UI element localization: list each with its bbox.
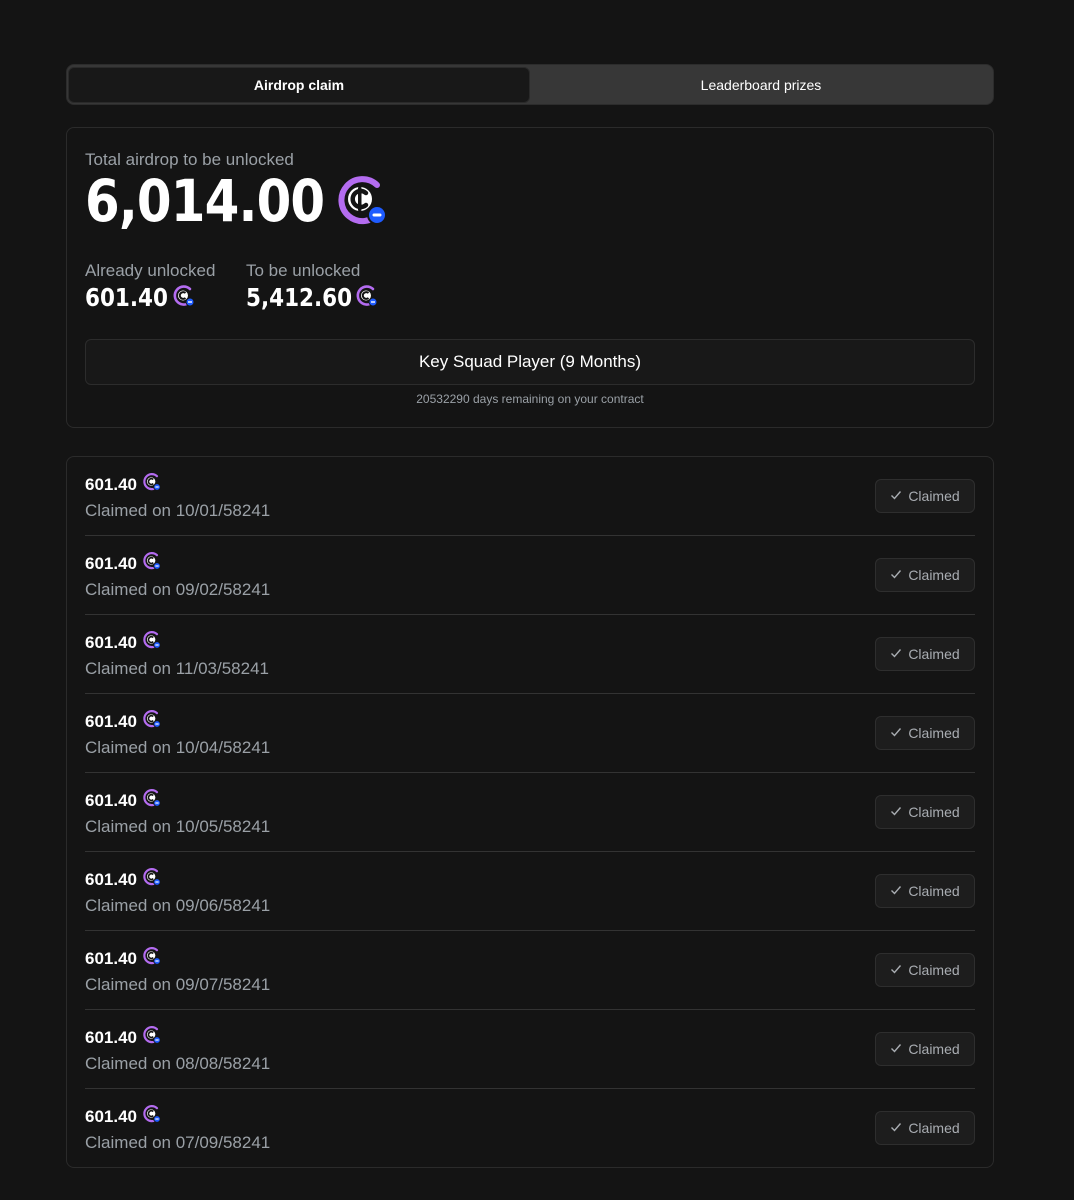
token-coin-icon	[172, 284, 196, 313]
claimed-label: Claimed	[908, 1041, 960, 1057]
already-unlocked-value: 601.40	[85, 283, 168, 312]
token-coin-icon	[142, 788, 162, 813]
check-icon	[890, 804, 902, 820]
token-coin-icon	[142, 551, 162, 576]
total-airdrop-row: 6,014.00	[85, 168, 391, 234]
claim-amount: 601.40	[85, 711, 137, 731]
claimed-button[interactable]: Claimed	[875, 795, 975, 829]
claim-amount-line: 601.40	[85, 867, 162, 892]
claim-row: 601.40 Claimed on 10/05/58241 Claimed	[85, 773, 975, 852]
check-icon	[890, 1041, 902, 1057]
claimed-button[interactable]: Claimed	[875, 716, 975, 750]
token-coin-icon	[142, 1025, 162, 1050]
claim-amount: 601.40	[85, 632, 137, 652]
claim-amount: 601.40	[85, 1027, 137, 1047]
claim-amount-line: 601.40	[85, 1104, 162, 1129]
claim-date: Claimed on 09/07/58241	[85, 975, 271, 994]
claimed-label: Claimed	[908, 883, 960, 899]
claimed-button[interactable]: Claimed	[875, 1032, 975, 1066]
claim-amount: 601.40	[85, 869, 137, 889]
tab-bar: Airdrop claim Leaderboard prizes	[66, 64, 994, 105]
already-unlocked-block: Already unlocked 601.40	[85, 261, 215, 313]
claimed-label: Claimed	[908, 646, 960, 662]
claim-date: Claimed on 09/02/58241	[85, 580, 271, 599]
claim-amount-line: 601.40	[85, 788, 162, 813]
check-icon	[890, 488, 902, 504]
claim-amount: 601.40	[85, 948, 137, 968]
tab-airdrop-claim[interactable]: Airdrop claim	[68, 67, 530, 103]
claim-row: 601.40 Claimed on 09/06/58241 Claimed	[85, 852, 975, 931]
player-tier-box: Key Squad Player (9 Months)	[85, 339, 975, 385]
claim-date: Claimed on 10/01/58241	[85, 501, 271, 520]
claim-row: 601.40 Claimed on 11/03/58241 Claimed	[85, 615, 975, 694]
claim-amount-line: 601.40	[85, 709, 162, 734]
claimed-label: Claimed	[908, 725, 960, 741]
claim-date: Claimed on 11/03/58241	[85, 659, 269, 678]
claimed-label: Claimed	[908, 567, 960, 583]
claim-amount: 601.40	[85, 474, 137, 494]
total-airdrop-value: 6,014.00	[85, 167, 325, 235]
claim-amount: 601.40	[85, 553, 137, 573]
to-be-unlocked-value: 5,412.60	[246, 283, 353, 312]
claim-row: 601.40 Claimed on 10/04/58241 Claimed	[85, 694, 975, 773]
token-coin-icon	[142, 1104, 162, 1129]
check-icon	[890, 725, 902, 741]
check-icon	[890, 567, 902, 583]
contract-remaining-text: 20532290 days remaining on your contract	[416, 392, 644, 406]
claim-row: 601.40 Claimed on 09/07/58241 Claimed	[85, 931, 975, 1010]
claim-amount-line: 601.40	[85, 946, 162, 971]
claim-date: Claimed on 07/09/58241	[85, 1133, 271, 1152]
token-coin-icon	[142, 472, 162, 497]
claim-date: Claimed on 10/05/58241	[85, 817, 271, 836]
claimed-button[interactable]: Claimed	[875, 953, 975, 987]
claim-date: Claimed on 10/04/58241	[85, 738, 271, 757]
claim-amount-line: 601.40	[85, 551, 162, 576]
to-be-unlocked-block: To be unlocked 5,412.60	[246, 261, 379, 313]
check-icon	[890, 1120, 902, 1136]
token-coin-icon	[142, 709, 162, 734]
claim-amount: 601.40	[85, 1106, 137, 1126]
check-icon	[890, 962, 902, 978]
claim-row: 601.40 Claimed on 08/08/58241 Claimed	[85, 1010, 975, 1089]
claimed-label: Claimed	[908, 488, 960, 504]
tab-leaderboard-prizes[interactable]: Leaderboard prizes	[530, 67, 992, 103]
claim-amount-line: 601.40	[85, 472, 162, 497]
claim-history-card: 601.40 Claimed on 10/01/58241 Claimed 601.4…	[66, 456, 994, 1168]
claimed-button[interactable]: Claimed	[875, 637, 975, 671]
claim-row: 601.40 Claimed on 07/09/58241 Claimed	[85, 1089, 975, 1168]
claimed-label: Claimed	[908, 962, 960, 978]
claimed-button[interactable]: Claimed	[875, 479, 975, 513]
airdrop-summary-card: Total airdrop to be unlocked 6,014.00 Al…	[66, 127, 994, 428]
check-icon	[890, 883, 902, 899]
claim-date: Claimed on 09/06/58241	[85, 896, 271, 915]
token-coin-icon	[142, 630, 162, 655]
claim-row: 601.40 Claimed on 09/02/58241 Claimed	[85, 536, 975, 615]
claimed-label: Claimed	[908, 804, 960, 820]
token-coin-icon	[335, 173, 391, 234]
check-icon	[890, 646, 902, 662]
claimed-label: Claimed	[908, 1120, 960, 1136]
to-be-unlocked-label: To be unlocked	[246, 261, 361, 280]
claimed-button[interactable]: Claimed	[875, 874, 975, 908]
token-coin-icon	[355, 284, 379, 313]
claimed-button[interactable]: Claimed	[875, 558, 975, 592]
token-coin-icon	[142, 946, 162, 971]
claim-amount-line: 601.40	[85, 630, 162, 655]
claim-amount-line: 601.40	[85, 1025, 162, 1050]
claim-date: Claimed on 08/08/58241	[85, 1054, 271, 1073]
claimed-button[interactable]: Claimed	[875, 1111, 975, 1145]
already-unlocked-label: Already unlocked	[85, 261, 216, 280]
token-coin-icon	[142, 867, 162, 892]
claim-amount: 601.40	[85, 790, 137, 810]
claim-row: 601.40 Claimed on 10/01/58241 Claimed	[85, 457, 975, 536]
